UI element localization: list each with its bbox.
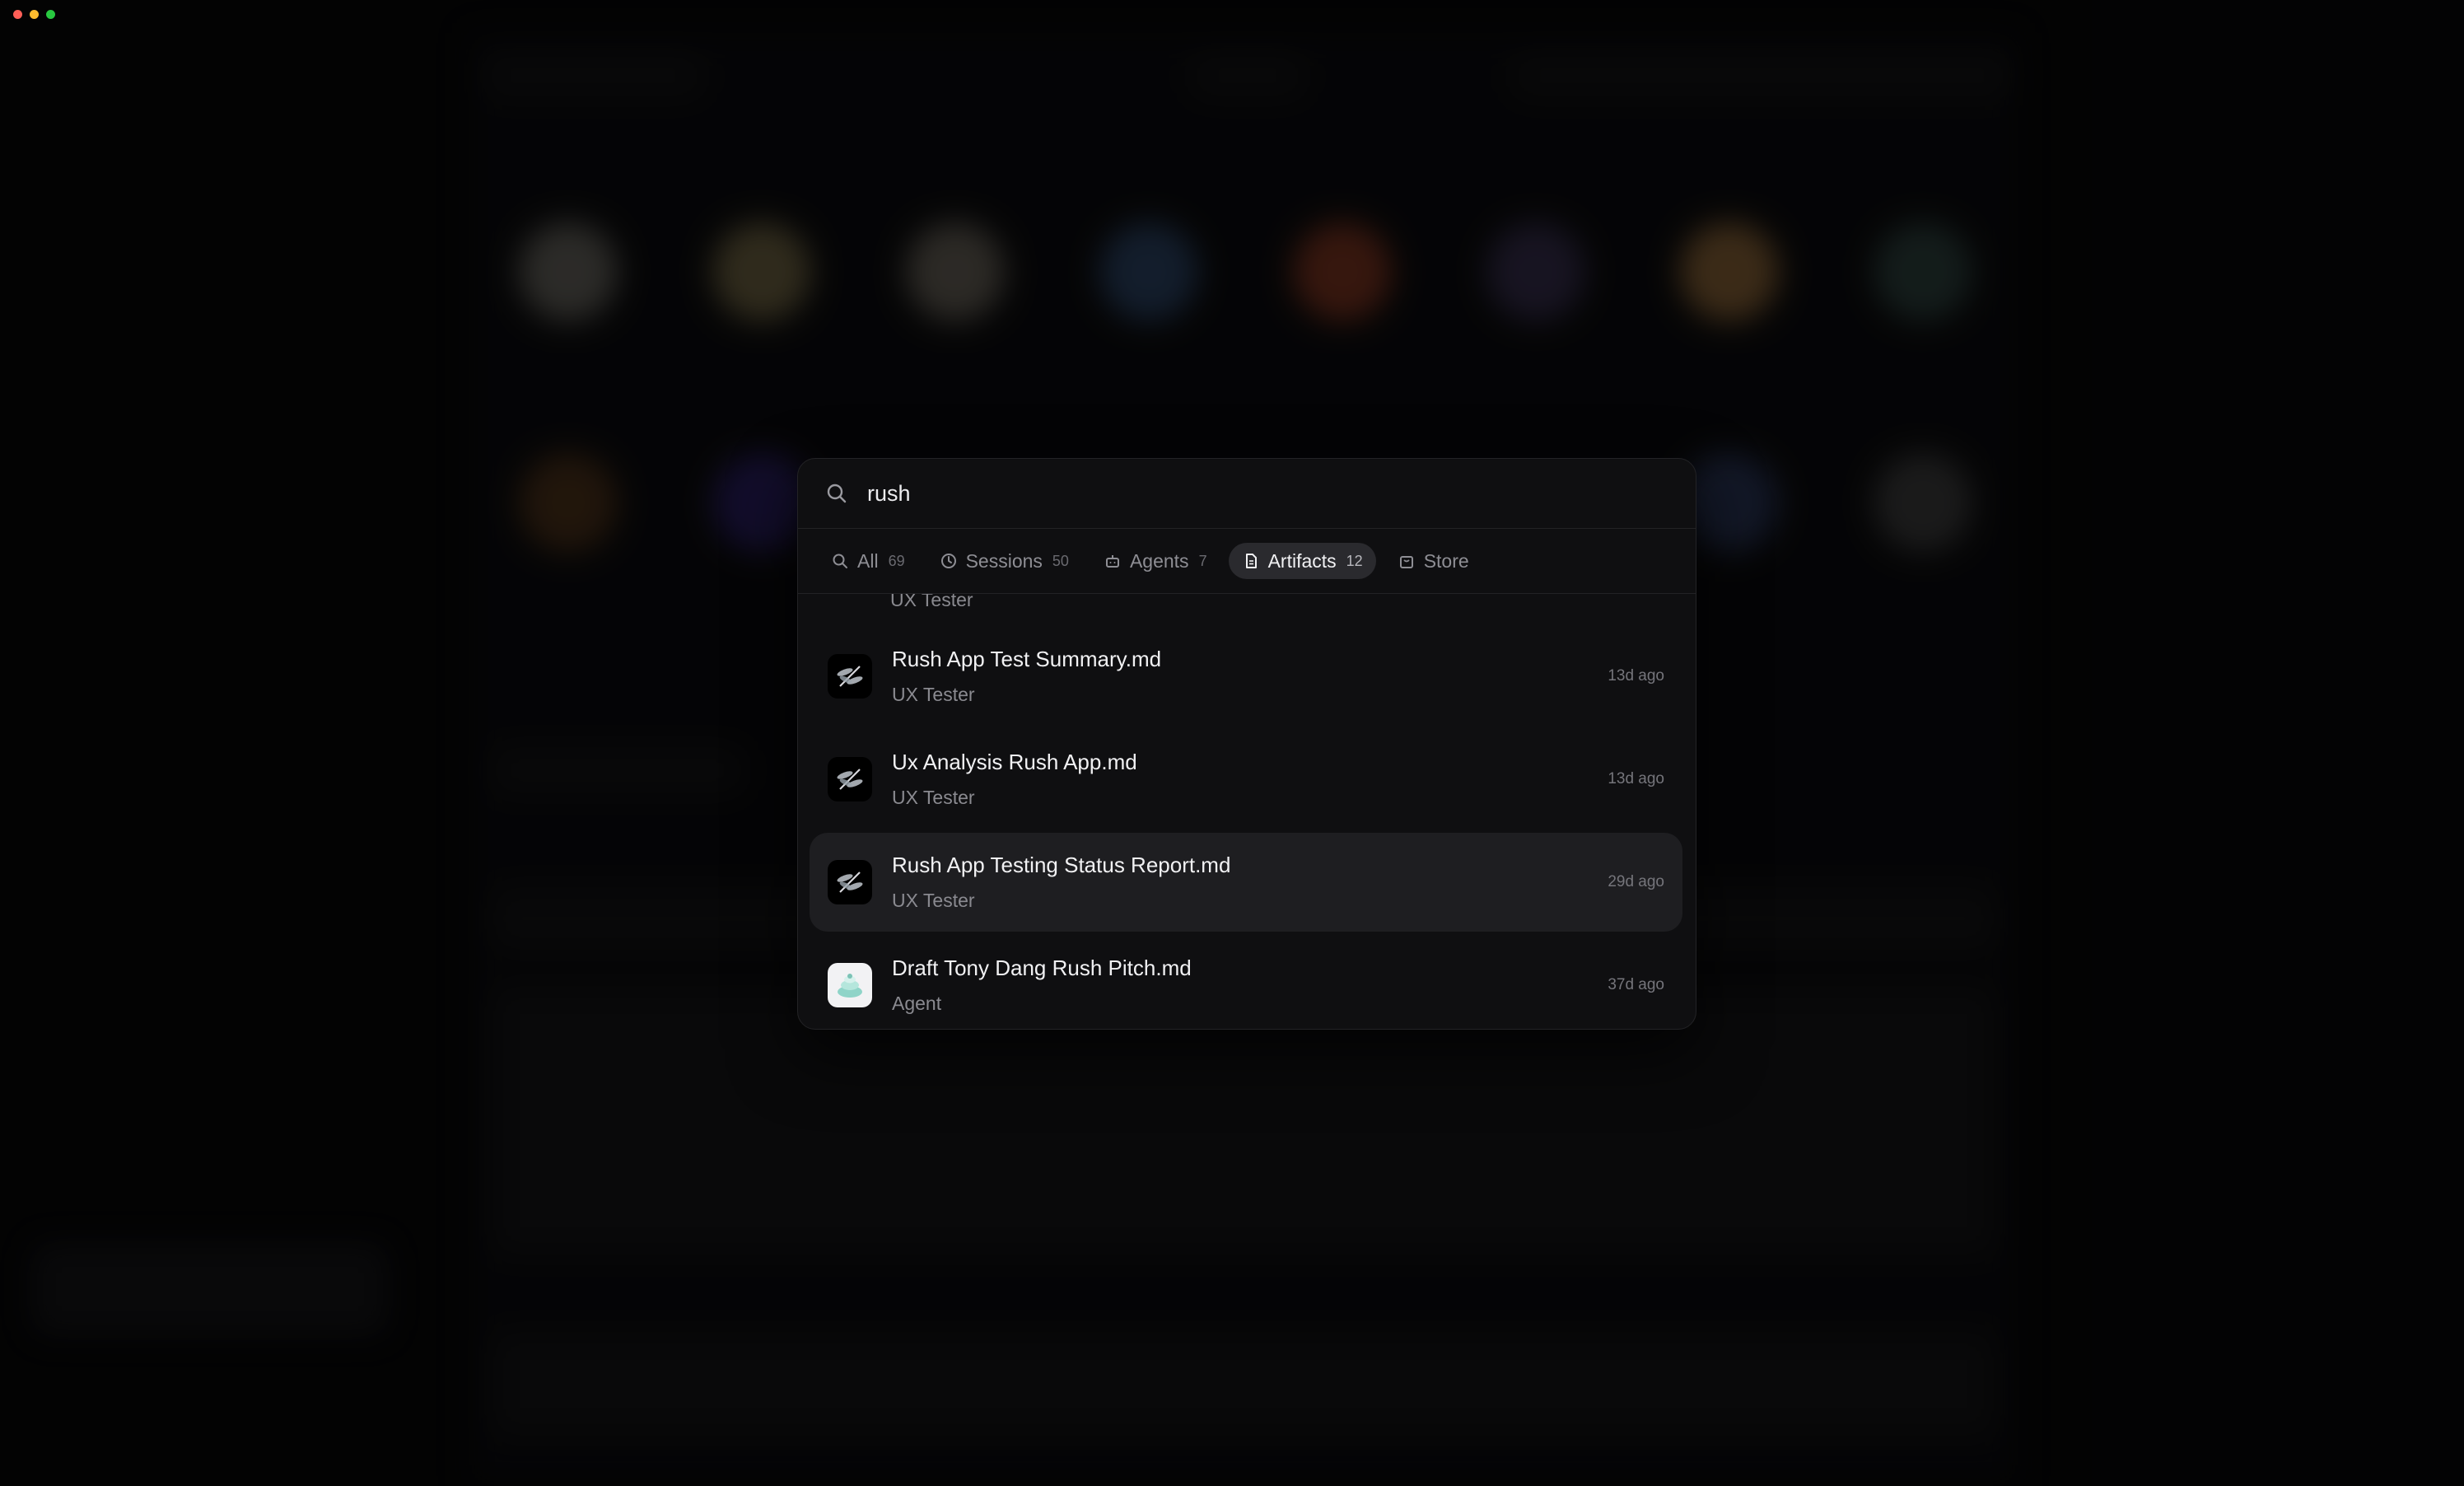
result-title: Draft Tony Dang Rush Pitch.md [892,956,1192,980]
search-bar [798,459,1696,529]
tab-artifacts[interactable]: Artifacts 12 [1228,543,1376,579]
tab-sessions[interactable]: Sessions 50 [926,543,1082,579]
minimize-window-button[interactable] [30,10,39,19]
zoom-window-button[interactable] [46,10,55,19]
result-title: Ux Analysis Rush App.md [892,750,1137,774]
result-item[interactable]: Draft Tony Dang Rush Pitch.md Agent 37d … [810,936,1682,1029]
result-title: Rush App Test Summary.md [892,647,1162,671]
bag-icon [1398,552,1416,570]
results-list: UX Tester Rush App Test Summary.md UX Te… [798,594,1696,1029]
result-item-selected[interactable]: Rush App Testing Status Report.md UX Tes… [810,833,1682,932]
partial-result-subtitle: UX Tester [890,594,973,610]
search-icon [824,481,849,506]
command-palette: All 69 Sessions 50 [797,458,1696,1030]
filter-tabs: All 69 Sessions 50 Agents 7 Artifacts 12… [798,529,1696,594]
tab-count: 12 [1346,552,1363,569]
app-window: All 69 Sessions 50 [0,0,2464,1486]
tab-all[interactable]: All 69 [818,543,918,579]
clock-icon [940,552,958,570]
tab-label: Agents [1129,549,1189,572]
tab-count: 50 [1052,552,1069,569]
tab-label: All [857,549,879,572]
result-time: 29d ago [1608,873,1664,890]
result-time: 13d ago [1608,770,1664,787]
tab-label: Sessions [965,549,1043,572]
result-time: 37d ago [1608,976,1664,993]
robot-icon [1104,552,1122,570]
tab-agents[interactable]: Agents 7 [1090,543,1220,579]
document-icon [1242,552,1260,570]
tab-label: Store [1423,549,1469,572]
result-subtitle: UX Tester [892,684,975,705]
result-subtitle: UX Tester [892,787,975,808]
result-subtitle: Agent [892,993,942,1014]
tab-label: Artifacts [1267,549,1337,572]
result-item[interactable]: Ux Analysis Rush App.md UX Tester 13d ag… [810,730,1682,829]
dragonfly-icon [828,860,872,904]
result-subtitle: UX Tester [892,890,975,911]
tab-count: 69 [888,552,905,569]
tab-count: 7 [1198,552,1207,569]
agent-avatar-icon [828,963,872,1007]
dragonfly-icon [828,654,872,699]
close-window-button[interactable] [13,10,22,19]
dragonfly-icon [828,757,872,801]
window-controls [13,10,55,19]
tab-store[interactable]: Store [1384,543,1482,579]
result-title: Rush App Testing Status Report.md [892,853,1231,877]
result-time: 13d ago [1608,667,1664,685]
search-input[interactable] [866,479,1610,507]
search-icon [831,552,849,570]
result-item[interactable]: Rush App Test Summary.md UX Tester 13d a… [810,627,1682,726]
